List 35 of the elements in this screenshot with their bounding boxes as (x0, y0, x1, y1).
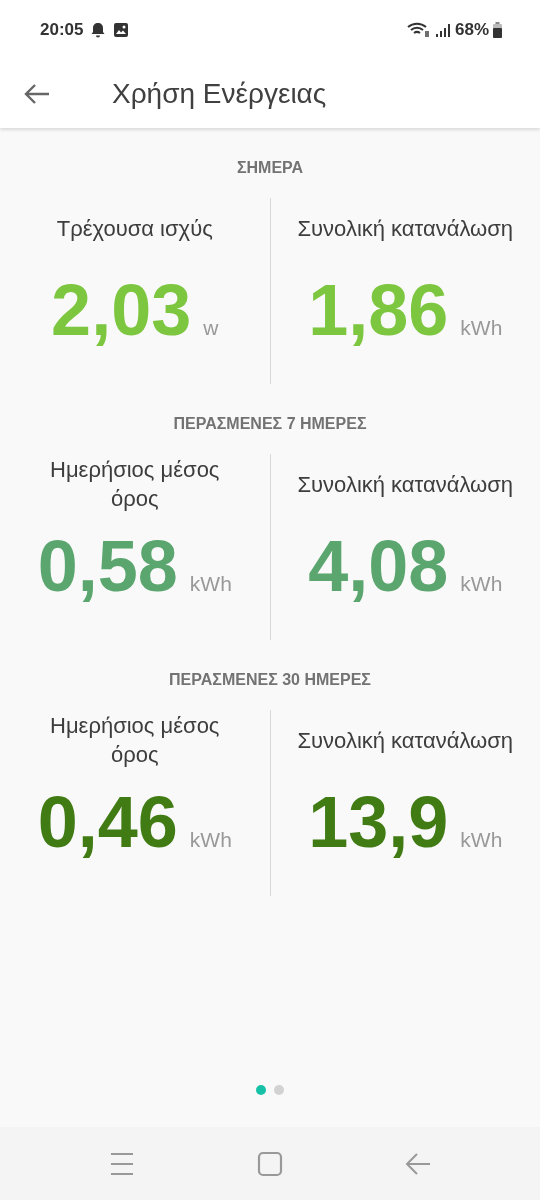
stat-unit: kWh (460, 571, 503, 597)
stat-unit: kWh (460, 827, 503, 853)
section-heading: ΠΕΡΑΣΜΕΝΕΣ 30 ΗΜΕΡΕΣ (168, 670, 372, 690)
signal-icon (434, 22, 451, 38)
back-arrow-icon[interactable] (405, 1150, 431, 1177)
section-heading: ΣΗΜΕΡΑ (235, 158, 305, 178)
bell-icon (91, 22, 106, 38)
stat-label: Ημερήσιος μέσος όρος (49, 712, 221, 769)
stat-label: Συνολική κατανάλωση (296, 214, 515, 243)
page-indicator-dot[interactable] (274, 1085, 284, 1095)
menu-icon[interactable] (109, 1151, 135, 1176)
stat-unit: kWh (460, 315, 503, 341)
stat-label: Τρέχουσα ισχύς (55, 214, 214, 243)
stat-unit: w (203, 315, 219, 341)
back-arrow-icon[interactable] (24, 83, 50, 105)
wifi-icon (406, 22, 431, 38)
stat-value: 2,03 (51, 274, 192, 346)
battery-icon (493, 22, 502, 38)
stat-label: Συνολική κατανάλωση (296, 470, 515, 499)
battery-percent: 68% (454, 19, 489, 42)
screen-title: Χρήση Ενέργειας (112, 77, 327, 111)
stat-value: 13,9 (308, 786, 449, 858)
page-indicator-dot[interactable] (256, 1085, 266, 1095)
stat-label: Ημερήσιος μέσος όρος (49, 456, 221, 513)
stat-value: 1,86 (308, 274, 449, 346)
stat-value: 4,08 (308, 530, 449, 602)
clock-time: 20:05 (40, 19, 84, 42)
image-icon (113, 22, 130, 38)
section-heading: ΠΕΡΑΣΜΕΝΕΣ 7 ΗΜΕΡΕΣ (172, 414, 368, 434)
stat-value: 0,46 (37, 786, 178, 858)
stat-label: Συνολική κατανάλωση (296, 726, 515, 755)
home-square-icon[interactable] (257, 1150, 283, 1177)
stat-unit: kWh (189, 571, 232, 597)
stat-value: 0,58 (37, 530, 178, 602)
stat-unit: kWh (189, 827, 232, 853)
